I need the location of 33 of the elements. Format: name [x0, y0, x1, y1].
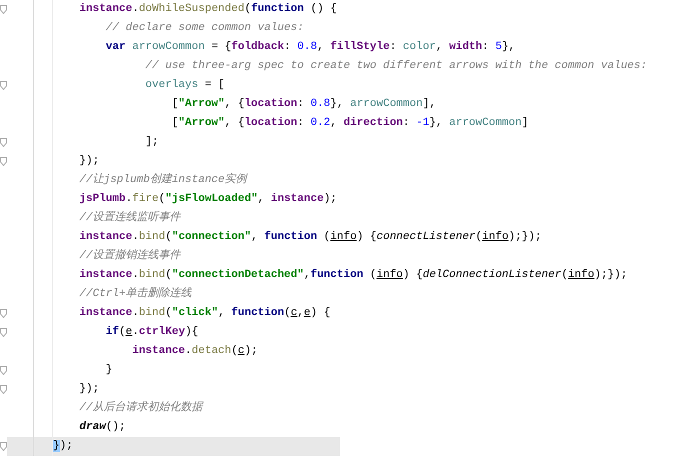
- fold-marker-icon[interactable]: [0, 366, 7, 375]
- code-line: //设置撤销连线事件: [78, 248, 181, 264]
- fold-marker-icon[interactable]: [0, 138, 7, 147]
- fold-marker-icon[interactable]: [0, 309, 7, 318]
- code-line: if(e.ctrlKey){: [104, 324, 198, 340]
- code-line: draw();: [78, 420, 126, 435]
- code-line: });: [78, 154, 100, 169]
- code-line: // declare some common values:: [104, 21, 304, 36]
- fold-marker-icon[interactable]: [0, 385, 7, 394]
- fold-marker-icon[interactable]: [0, 81, 7, 90]
- code-line: overlays = [: [144, 78, 225, 93]
- fold-marker-icon[interactable]: [0, 328, 7, 337]
- code-line: instance.detach(c);: [131, 344, 258, 359]
- code-line: ];: [144, 135, 159, 150]
- code-line: //从后台请求初始化数据: [78, 400, 203, 416]
- code-line: //设置连线监听事件: [78, 210, 181, 226]
- fold-marker-icon[interactable]: [0, 157, 7, 166]
- code-line: instance.bind("click", function(c,e) {: [78, 306, 330, 321]
- fold-marker-icon[interactable]: [0, 442, 7, 451]
- code-line: //让jsplumb创建instance实例: [78, 172, 247, 188]
- code-line: });: [78, 382, 100, 397]
- code-line: ["Arrow", {location: 0.2, direction: -1}, arrowCommon]: [170, 116, 528, 131]
- code-line: ["Arrow", {location: 0.8}, arrowCommon],: [170, 97, 436, 112]
- code-line: jsPlumb.fire("jsFlowLoaded", instance);: [78, 192, 337, 207]
- code-line: instance.bind("connectionDetached",function (info) {delConnectionListener(info);});: [78, 268, 628, 283]
- code-line: }: [104, 363, 112, 378]
- fold-marker-icon[interactable]: [0, 5, 7, 14]
- code-line: //Ctrl+单击删除连线: [78, 286, 192, 302]
- code-line: instance.bind("connection", function (info) {connectListener(info);});: [78, 230, 542, 245]
- code-line: });: [53, 439, 73, 454]
- code-line: // use three-arg spec to create two different arrows with the common values:: [144, 59, 648, 74]
- code-line: instance.doWhileSuspended(function () {: [78, 2, 337, 17]
- code-line: var arrowCommon = {foldback: 0.8, fillStyle: color, width: 5},: [104, 40, 516, 55]
